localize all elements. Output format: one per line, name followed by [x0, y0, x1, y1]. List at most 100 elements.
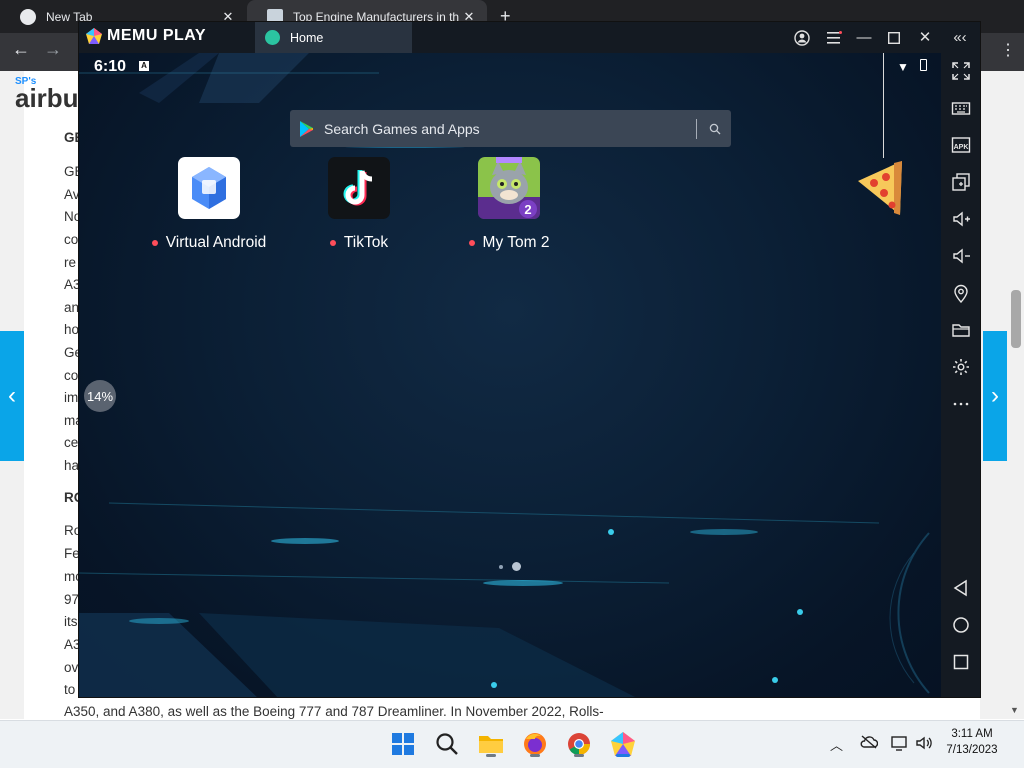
- search-divider: [696, 118, 697, 139]
- status-bar-time: 6:10: [94, 58, 127, 75]
- app-label: My Tom 2: [482, 234, 550, 251]
- page-dot[interactable]: [499, 564, 503, 569]
- forward-button[interactable]: →: [44, 39, 62, 60]
- memu-gem-icon: [86, 28, 102, 44]
- app-my-tom-2[interactable]: 2 My Tom 2: [439, 157, 579, 252]
- taskbar-memu[interactable]: [608, 729, 638, 759]
- carousel-next-button[interactable]: ›: [983, 331, 1007, 461]
- progress-indicator[interactable]: 14%: [84, 380, 116, 412]
- article-line-edge: re: [64, 255, 77, 270]
- apk-icon[interactable]: APK: [951, 135, 973, 157]
- app-virtual-android[interactable]: Virtual Android: [139, 157, 279, 252]
- folder-icon[interactable]: [951, 320, 973, 342]
- taskbar-firefox[interactable]: [520, 729, 550, 759]
- memu-logo: MEMU PLAY: [85, 27, 206, 45]
- scroll-down-arrow-icon[interactable]: ▼: [1010, 705, 1019, 715]
- maximize-icon[interactable]: [883, 28, 905, 48]
- article-line-edge: ho: [64, 322, 80, 337]
- memu-window: MEMU PLAY Home — ✕ «‹ 6:10 A ▼ Search Ga…: [78, 21, 981, 698]
- my-tom-2-icon: 2: [478, 157, 540, 219]
- taskbar-clock-time[interactable]: 3:11 AM: [938, 728, 1006, 740]
- scrollbar-thumb[interactable]: [1011, 290, 1021, 348]
- status-notification-icon: A: [139, 61, 149, 71]
- back-button[interactable]: ←: [12, 39, 30, 60]
- play-store-icon: [300, 120, 313, 137]
- settings-icon[interactable]: [951, 357, 973, 379]
- start-button[interactable]: [388, 729, 418, 759]
- android-recents-icon[interactable]: [951, 652, 973, 674]
- tiktok-icon: [328, 157, 390, 219]
- search-games-input[interactable]: Search Games and Apps: [290, 110, 731, 147]
- windows-logo-icon: [392, 733, 414, 755]
- cloud-icon[interactable]: [860, 735, 879, 754]
- article-line-edge: its: [64, 614, 78, 629]
- multi-instance-icon[interactable]: [951, 172, 973, 194]
- speaker-icon[interactable]: [915, 735, 933, 756]
- home-icon: [265, 30, 280, 45]
- svg-text:2: 2: [524, 202, 531, 217]
- memu-brand-text: MEMU PLAY: [107, 27, 207, 44]
- article-text-line: A350, and A380, as well as the Boeing 77…: [64, 704, 604, 719]
- home-wallpaper: [79, 53, 930, 697]
- article-line-edge: im: [64, 390, 79, 405]
- memu-title-bar: MEMU PLAY Home — ✕ «‹: [79, 22, 980, 53]
- app-label-row: Virtual Android: [139, 234, 279, 252]
- running-indicator: [486, 754, 496, 757]
- search-icon[interactable]: [709, 123, 721, 135]
- taskbar-file-explorer[interactable]: [476, 729, 506, 759]
- article-line-edge: ce: [64, 435, 79, 450]
- android-home-icon[interactable]: [951, 615, 973, 637]
- volume-up-icon[interactable]: [951, 209, 973, 231]
- pizza-string: [883, 53, 884, 158]
- carousel-prev-button[interactable]: ‹: [0, 331, 24, 461]
- article-line-edge: to: [64, 682, 76, 697]
- taskbar-search-button[interactable]: [432, 729, 462, 759]
- article-line-edge: co: [64, 368, 79, 383]
- search-placeholder: Search Games and Apps: [324, 120, 480, 137]
- app-label-row: My Tom 2: [439, 234, 579, 252]
- fullscreen-icon[interactable]: [951, 61, 973, 83]
- new-app-dot: [151, 240, 158, 246]
- app-label-row: TikTok: [289, 234, 429, 252]
- virtual-android-icon: [178, 157, 240, 219]
- active-indicator: [616, 754, 630, 757]
- windows-taskbar: ︿: [0, 720, 1024, 768]
- article-line-edge: 97: [64, 592, 80, 607]
- new-app-dot: [468, 240, 475, 246]
- taskbar-chrome[interactable]: [564, 729, 594, 759]
- browser-menu-button[interactable]: ⋮: [1000, 40, 1016, 60]
- page-scrollbar[interactable]: [1007, 71, 1024, 719]
- minimize-icon[interactable]: —: [853, 28, 875, 48]
- article-line-edge: ha: [64, 458, 80, 473]
- app-tiktok[interactable]: TikTok: [289, 157, 429, 252]
- chrome-icon: [20, 8, 36, 25]
- article-line-edge: co: [64, 232, 79, 247]
- account-icon[interactable]: [791, 28, 813, 48]
- app-label: TikTok: [343, 234, 389, 251]
- pizza-icon[interactable]: [854, 157, 906, 217]
- memu-tab-label: Home: [290, 30, 324, 45]
- location-icon[interactable]: [951, 283, 973, 305]
- new-app-dot: [329, 240, 336, 246]
- running-indicator: [574, 754, 584, 757]
- tray-overflow-icon[interactable]: ︿: [830, 735, 843, 754]
- article-line-edge: ov: [64, 660, 79, 675]
- close-icon[interactable]: ✕: [914, 28, 936, 48]
- page-indicator: [499, 562, 521, 571]
- site-logo[interactable]: airbu: [15, 83, 79, 114]
- memu-toolbar: APK: [941, 53, 980, 697]
- taskbar-clock-date[interactable]: 7/13/2023: [938, 744, 1006, 756]
- search-icon: [436, 733, 458, 755]
- android-back-icon[interactable]: [951, 578, 973, 600]
- keyboard-icon[interactable]: [951, 98, 973, 120]
- android-home-screen[interactable]: 6:10 A ▼ Search Games and Apps Virtual A…: [79, 53, 941, 697]
- more-icon[interactable]: [951, 394, 973, 416]
- memu-tab-home[interactable]: Home: [255, 22, 412, 53]
- network-icon[interactable]: [891, 735, 909, 756]
- menu-icon[interactable]: [823, 28, 845, 48]
- article-line-edge: an: [64, 300, 80, 315]
- page-dot-current[interactable]: [512, 562, 521, 571]
- collapse-sidebar-icon[interactable]: «‹: [949, 28, 971, 48]
- volume-down-icon[interactable]: [951, 246, 973, 268]
- wifi-icon: ▼: [897, 60, 909, 74]
